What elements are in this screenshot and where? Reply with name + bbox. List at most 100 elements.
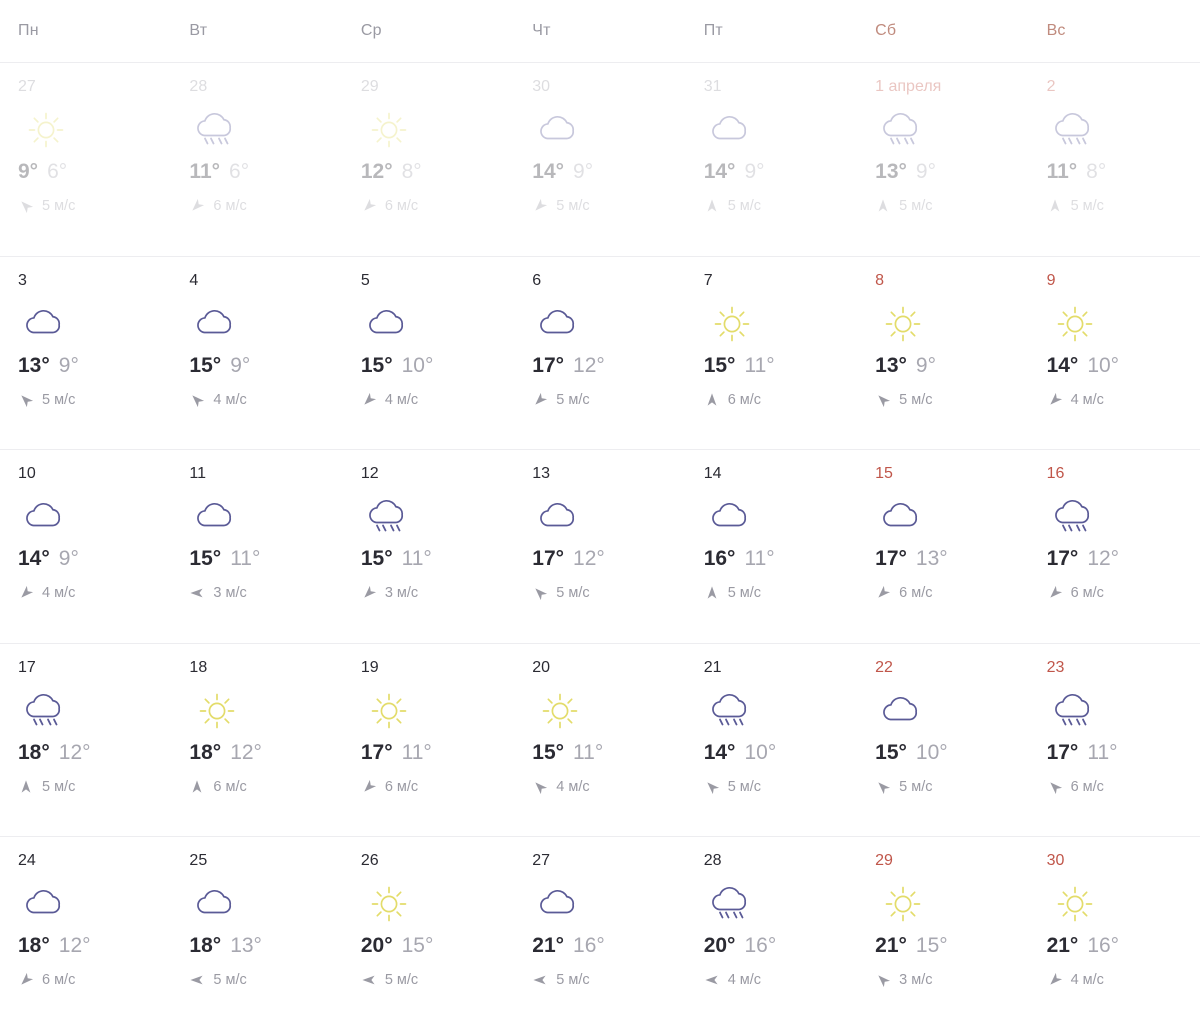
day-cell[interactable]: 14 16° 11° 5 м/с	[686, 450, 857, 643]
day-temperature: 13°	[18, 353, 50, 377]
rain-icon	[704, 690, 760, 742]
day-cell[interactable]: 2 11° 8° 5 м/с	[1029, 63, 1200, 256]
day-cell[interactable]: 20 15° 11° 4 м/с	[514, 644, 685, 837]
wind-info: 6 м/с	[1047, 585, 1104, 601]
wind-direction-arrow-icon	[1047, 585, 1071, 601]
rain-icon	[704, 883, 760, 935]
week-row: 10 14° 9° 4 м/с 11 15° 11° 3 м/с 12 15° 11° 3…	[0, 450, 1200, 644]
day-cell[interactable]: 9 14° 10° 4 м/с	[1029, 257, 1200, 450]
day-cell[interactable]: 19 17° 11° 6 м/с	[343, 644, 514, 837]
day-cell[interactable]: 11 15° 11° 3 м/с	[171, 450, 342, 643]
day-cell[interactable]: 26 20° 15° 5 м/с	[343, 837, 514, 1030]
wind-speed: 5 м/с	[727, 198, 762, 214]
day-cell[interactable]: 28 20° 16° 4 м/с	[686, 837, 857, 1030]
temperature-range: 21° 16°	[1047, 935, 1120, 956]
day-temperature: 11°	[189, 160, 221, 183]
cloud-icon	[189, 303, 245, 355]
sun-icon	[1047, 883, 1103, 935]
wind-direction-arrow-icon	[875, 779, 899, 795]
wind-info: 5 м/с	[18, 779, 75, 795]
wind-info: 6 м/с	[361, 779, 418, 795]
night-temperature: 12°	[573, 353, 605, 377]
wind-info: 6 м/с	[189, 198, 247, 214]
day-cell[interactable]: 24 18° 12° 6 м/с	[0, 837, 171, 1030]
day-number: 21	[703, 658, 722, 676]
day-cell[interactable]: 25 18° 13° 5 м/с	[171, 837, 342, 1030]
day-cell[interactable]: 5 15° 10° 4 м/с	[343, 257, 514, 450]
wind-speed: 3 м/с	[384, 585, 419, 602]
day-cell[interactable]: 1 апреля 13° 9° 5 м/с	[857, 63, 1028, 256]
temperature-range: 12° 8°	[361, 161, 422, 182]
day-temperature: 14°	[1046, 353, 1079, 377]
day-cell[interactable]: 30 21° 16° 4 м/с	[1029, 837, 1200, 1030]
weekday-header-чт: Чт	[532, 22, 551, 39]
wind-info: 5 м/с	[704, 779, 761, 795]
temperature-range: 14° 10°	[704, 742, 777, 763]
day-number: 14	[703, 465, 722, 483]
night-temperature: 10°	[401, 353, 434, 377]
week-row: 17 18° 12° 5 м/с 18 18° 12° 6 м/с 19 17° 11° …	[0, 644, 1200, 838]
wind-direction-arrow-icon	[18, 779, 42, 795]
sun-icon	[875, 883, 931, 935]
day-cell[interactable]: 6 17° 12° 5 м/с	[514, 257, 685, 450]
day-temperature: 9°	[18, 160, 39, 183]
night-temperature: 11°	[230, 547, 261, 571]
day-cell[interactable]: 23 17° 11° 6 м/с	[1029, 644, 1200, 837]
day-temperature: 14°	[703, 160, 736, 183]
day-cell[interactable]: 29 12° 8° 6 м/с	[343, 63, 514, 256]
day-temperature: 15°	[532, 740, 565, 764]
wind-direction-arrow-icon	[361, 585, 385, 601]
cloud-icon	[18, 303, 74, 355]
day-cell[interactable]: 16 17° 12° 6 м/с	[1029, 450, 1200, 643]
day-temperature: 12°	[360, 160, 393, 183]
wind-speed: 6 м/с	[213, 778, 247, 795]
rain-icon	[361, 496, 417, 548]
day-cell[interactable]: 15 17° 13° 6 м/с	[857, 450, 1028, 643]
day-cell[interactable]: 31 14° 9° 5 м/с	[686, 63, 857, 256]
day-cell[interactable]: 7 15° 11° 6 м/с	[686, 257, 857, 450]
day-cell[interactable]: 27 9° 6° 5 м/с	[0, 63, 171, 256]
day-temperature: 17°	[532, 353, 565, 377]
day-cell[interactable]: 30 14° 9° 5 м/с	[514, 63, 685, 256]
wind-speed: 6 м/с	[727, 391, 762, 408]
weekday-header-пт: Пт	[703, 22, 723, 39]
wind-direction-arrow-icon	[1047, 198, 1071, 214]
day-cell[interactable]: 13 17° 12° 5 м/с	[514, 450, 685, 643]
wind-direction-arrow-icon	[532, 392, 556, 408]
day-number: 30	[1046, 852, 1065, 870]
day-cell[interactable]: 4 15° 9° 4 м/с	[171, 257, 342, 450]
day-cell[interactable]: 27 21° 16° 5 м/с	[514, 837, 685, 1030]
day-cell[interactable]: 29 21° 15° 3 м/с	[857, 837, 1028, 1030]
cloud-icon	[704, 109, 760, 161]
wind-speed: 5 м/с	[556, 585, 590, 602]
day-number: 15	[875, 465, 893, 483]
day-cell[interactable]: 10 14° 9° 4 м/с	[0, 450, 171, 643]
wind-speed: 5 м/с	[42, 198, 76, 214]
day-cell[interactable]: 22 15° 10° 5 м/с	[857, 644, 1028, 837]
wind-direction-arrow-icon	[18, 198, 42, 214]
cloud-icon	[532, 496, 588, 548]
day-number: 28	[189, 78, 208, 95]
wind-speed: 5 м/с	[213, 972, 247, 989]
day-number: 29	[875, 852, 893, 870]
day-cell[interactable]: 8 13° 9° 5 м/с	[857, 257, 1028, 450]
wind-info: 4 м/с	[704, 972, 761, 988]
temperature-range: 11° 8°	[1047, 161, 1107, 182]
temperature-range: 15° 11°	[361, 548, 432, 569]
day-cell[interactable]: 3 13° 9° 5 м/с	[0, 257, 171, 450]
day-cell[interactable]: 21 14° 10° 5 м/с	[686, 644, 857, 837]
wind-speed: 6 м/с	[1070, 778, 1104, 795]
day-cell[interactable]: 17 18° 12° 5 м/с	[0, 644, 171, 837]
cloud-icon	[532, 883, 588, 935]
day-cell[interactable]: 28 11° 6° 6 м/с	[171, 63, 342, 256]
wind-speed: 5 м/с	[1070, 198, 1104, 214]
night-temperature: 16°	[1087, 934, 1120, 958]
day-number: 25	[189, 852, 208, 870]
wind-speed: 5 м/с	[42, 391, 76, 408]
night-temperature: 12°	[573, 547, 605, 571]
day-number: 27	[18, 78, 36, 95]
day-cell[interactable]: 18 18° 12° 6 м/с	[171, 644, 342, 837]
day-temperature: 15°	[360, 547, 393, 571]
wind-speed: 5 м/с	[899, 778, 933, 795]
day-cell[interactable]: 12 15° 11° 3 м/с	[343, 450, 514, 643]
